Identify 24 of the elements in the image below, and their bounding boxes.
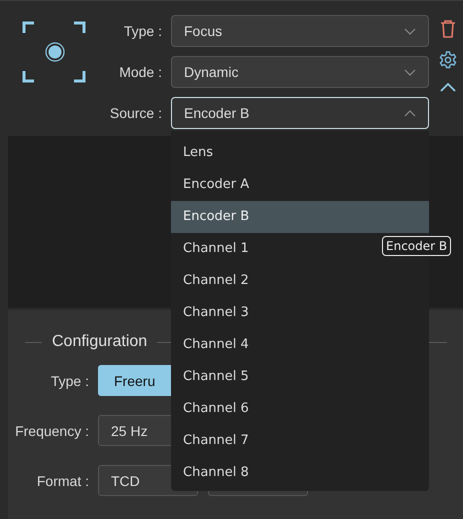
field-label: Format : [36,472,89,488]
field-label: Frequency : [14,422,89,438]
dropdown-field[interactable]: Dynamic [171,56,429,88]
dropdown-option[interactable]: Channel 2 [171,265,429,297]
collapse-icon[interactable] [440,82,456,92]
focus-target-icon [22,21,86,83]
tooltip: Encoder B [382,236,452,256]
caret-icon [404,68,416,76]
caret-icon [404,110,416,116]
dropdown-option[interactable]: Channel 3 [171,297,429,329]
section-title: Configuration [52,333,148,351]
dropdown-option[interactable]: Lens [171,137,429,169]
delete-icon[interactable] [440,20,456,38]
dropdown-option[interactable]: Encoder A [171,169,429,201]
caret-icon [404,28,416,34]
dropdown-field[interactable]: Focus [171,15,429,47]
dropdown-field[interactable]: Encoder B [171,97,429,129]
field-label: Type : [122,23,162,39]
field-label: Mode : [118,64,162,80]
dropdown-option[interactable]: Encoder B [171,201,429,233]
dropdown-option[interactable]: Channel 4 [171,329,429,361]
field-label: Type : [50,372,89,388]
field-label: Source : [108,105,162,121]
settings-icon[interactable] [439,51,457,69]
